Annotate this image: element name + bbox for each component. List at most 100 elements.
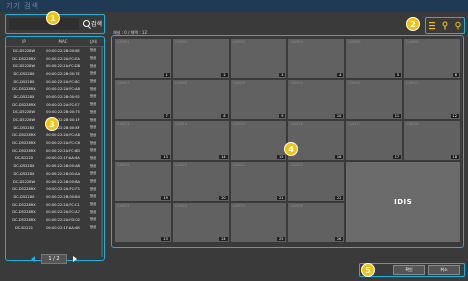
list-header: IP MAC 상태 xyxy=(6,37,104,47)
list-item[interactable]: DC-D5228W 00:00:22:2B:00:8E 정상 xyxy=(6,47,104,55)
list-item[interactable]: DC-D5228RX 00:00:22:2A:FC:C6 정상 xyxy=(6,139,104,147)
device-panel: 검색 IP MAC 상태 DC-D5228W 00:00:22:2B:00:8E 정… xyxy=(5,14,106,261)
device-status: 정상 xyxy=(89,171,97,176)
list-item[interactable]: DC-D5228RX 00:00:22:2A:FC:E7 정상 xyxy=(6,101,104,109)
camera-tile[interactable]: CAM26 26 xyxy=(288,203,345,242)
camera-tile[interactable]: CAM24 24 xyxy=(172,203,229,242)
search-button[interactable]: 검색 xyxy=(83,19,102,28)
camera-tile[interactable]: CAM22 22 xyxy=(288,162,345,201)
list-item[interactable]: DC-D5228X 00:00:22:2B:00:AB 정상 xyxy=(6,162,104,170)
camera-tile[interactable]: CAM21 21 xyxy=(230,162,287,201)
cancel-button[interactable]: 취소 xyxy=(428,265,460,275)
camera-tile[interactable]: CAM20 20 xyxy=(172,162,229,201)
channel-number: 3 xyxy=(279,73,286,77)
camera-tile[interactable]: CAM08 8 xyxy=(172,80,229,119)
camera-tile[interactable]: CAM06 6 xyxy=(404,39,460,78)
list-item[interactable]: DC-D5228RX 00:00:22:2A:FC:8D 정상 xyxy=(6,147,104,155)
device-mac: 00:00:22:2A:FC:8D xyxy=(45,148,81,153)
list-item[interactable]: DC-D5228X 00:00:22:2B:00:AA 정상 xyxy=(6,170,104,178)
camera-tile[interactable]: CAM05 5 xyxy=(346,39,403,78)
list-item[interactable]: DC-D5228X 00:00:22:2B:00:7E 정상 xyxy=(6,70,104,78)
device-status: 정상 xyxy=(89,209,97,214)
channel-number: 4 xyxy=(337,73,344,77)
list-item[interactable]: DC-D5228RX 00:00:22:2A:FD:02 정상 xyxy=(6,216,104,224)
list-item[interactable]: DC-D5228RX 00:00:22:2A:FC:A8 정상 xyxy=(6,85,104,93)
arrange-icon[interactable] xyxy=(441,21,449,30)
device-list[interactable]: IP MAC 상태 DC-D5228W 00:00:22:2B:00:8E 정상 DC… xyxy=(5,36,105,261)
list-item[interactable]: DC-D5228W 00:00:22:2B:00:75 정상 xyxy=(6,109,104,117)
device-mac: 00:00:22:2A:FC:A8 xyxy=(46,133,80,138)
camera-tile[interactable]: CAM23 23 xyxy=(115,203,171,242)
camera-label: CAM20 xyxy=(174,163,188,167)
camera-tile[interactable]: CAM18 18 xyxy=(404,121,460,160)
list-item[interactable]: DC-D5228RX 00:00:22:2A:FC:C1 정상 xyxy=(6,201,104,209)
location-icon[interactable] xyxy=(454,21,462,30)
camera-label: CAM03 xyxy=(232,40,245,44)
camera-tile[interactable]: CAM02 2 xyxy=(172,39,229,78)
device-mac: 00:00:22:2A:FC:C1 xyxy=(46,202,80,207)
camera-tile[interactable]: CAM13 13 xyxy=(115,121,171,160)
camera-tile[interactable]: CAM12 12 xyxy=(404,80,460,119)
camera-tile[interactable]: CAM25 25 xyxy=(230,203,287,242)
header-mac[interactable]: MAC xyxy=(42,39,84,44)
channel-number: 9 xyxy=(279,114,286,118)
list-item[interactable]: DC-D5228X 00:00:22:2B:00:92 정상 xyxy=(6,93,104,101)
camera-tile[interactable]: CAM07 7 xyxy=(115,80,171,119)
channel-number: 26 xyxy=(334,237,344,241)
camera-label: CAM15 xyxy=(232,122,245,126)
device-mac: 00:00:22:2B:00:AA xyxy=(45,171,81,176)
device-mac: 00:00:22:2A:FC:C6 xyxy=(46,141,80,146)
search-input[interactable] xyxy=(9,18,79,30)
list-item[interactable]: DC-D5228W 00:00:22:2A:FC:D8 정상 xyxy=(6,62,104,70)
list-item[interactable]: DC-D5228W 00:00:22:2B:00:BA 정상 xyxy=(6,178,104,186)
prev-page-icon[interactable] xyxy=(31,256,36,262)
header-status[interactable]: 상태 xyxy=(84,39,102,45)
camera-label: CAM07 xyxy=(117,81,130,85)
list-item[interactable]: DC-B1220 00:00:22:1F:AA:4A 정상 xyxy=(6,155,104,163)
channel-number: 7 xyxy=(163,114,170,118)
next-page-icon[interactable] xyxy=(72,256,77,262)
list-item[interactable]: DC-D5228X 00:00:22:2B:00:B4 정상 xyxy=(6,193,104,201)
callout-badge-3: 3 xyxy=(45,117,59,131)
list-item[interactable]: DC-D5228RX 00:00:22:2A:FC:A7 정상 xyxy=(6,208,104,216)
channel-number: 11 xyxy=(392,114,402,118)
device-name: DC-D5228RX xyxy=(12,217,36,222)
camera-tile[interactable]: CAM10 10 xyxy=(288,80,345,119)
list-item[interactable]: DC-D5228RX 00:00:22:2A:FC:A8 정상 xyxy=(6,132,104,140)
list-view-icon[interactable] xyxy=(428,21,436,30)
device-name: DC-D5228RX xyxy=(12,56,36,61)
device-name: DC-D5228X xyxy=(13,79,35,84)
camera-label: CAM08 xyxy=(174,81,188,85)
list-scrollbar[interactable] xyxy=(101,47,103,257)
camera-tile[interactable]: CAM15 15 xyxy=(230,121,287,160)
list-item[interactable]: DC-D5228RX 00:00:22:2A:FC:F3 정상 xyxy=(6,185,104,193)
camera-tile[interactable]: CAM16 16 xyxy=(288,121,345,160)
camera-tile[interactable]: CAM14 14 xyxy=(172,121,229,160)
channel-number: 19 xyxy=(161,196,170,200)
list-item[interactable]: DC-D5228RX 00:00:22:2A:FC:EA 정상 xyxy=(6,55,104,63)
title-bar: 기기 검색 xyxy=(0,0,468,12)
camera-tile[interactable]: CAM17 17 xyxy=(346,121,403,160)
device-name: DC-D5228W xyxy=(12,179,36,184)
camera-tile[interactable]: CAM19 19 xyxy=(115,162,171,201)
ok-button[interactable]: 확인 xyxy=(393,265,425,275)
camera-label: CAM21 xyxy=(232,163,245,167)
camera-label: CAM05 xyxy=(348,40,361,44)
camera-tile[interactable]: CAM11 11 xyxy=(346,80,403,119)
header-ip[interactable]: IP xyxy=(6,39,42,44)
device-mac: 00:00:22:2A:FC:8C xyxy=(46,79,80,84)
device-mac: 00:00:22:2B:00:B4 xyxy=(46,194,80,199)
camera-label: CAM22 xyxy=(290,163,303,167)
device-status: 정상 xyxy=(89,132,97,137)
camera-tile[interactable]: CAM04 4 xyxy=(288,39,345,78)
channel-number: 2 xyxy=(221,73,228,77)
camera-tile[interactable]: CAM01 1 xyxy=(115,39,171,78)
device-name: DC-D5228W xyxy=(12,118,36,123)
camera-tile[interactable]: CAM03 3 xyxy=(230,39,287,78)
camera-tile[interactable]: CAM09 9 xyxy=(230,80,287,119)
camera-label: CAM17 xyxy=(348,122,361,126)
list-item[interactable]: DC-D5228X 00:00:22:2A:FC:8C 정상 xyxy=(6,78,104,86)
list-item[interactable]: DC-B1221 00:00:22:1F:AA:4B 정상 xyxy=(6,224,104,232)
channel-number: 17 xyxy=(392,155,402,159)
device-status: 정상 xyxy=(89,179,97,184)
